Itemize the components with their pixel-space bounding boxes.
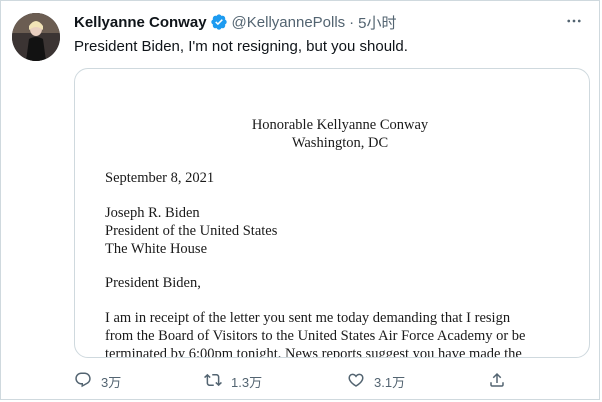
share-button[interactable]: [488, 369, 506, 393]
letter-recipient-line: President of the United States: [105, 223, 278, 239]
author-handle[interactable]: @KellyannePolls: [232, 14, 346, 31]
reply-count: 3万: [101, 374, 122, 390]
tweet-header: Kellyanne Conway @KellyannePolls · 5小时: [74, 12, 397, 32]
avatar[interactable]: [12, 13, 60, 61]
letter-body-line: from the Board of Visitors to the United…: [105, 328, 526, 344]
letter-salutation: President Biden,: [105, 275, 201, 291]
like-button[interactable]: 3.1万: [347, 369, 405, 393]
letter-heading-name: Honorable Kellyanne Conway: [251, 117, 429, 133]
letter-recipient-line: The White House: [105, 241, 208, 257]
tweet-text: President Biden, I'm not resigning, but …: [74, 38, 408, 55]
letter-body-line: I am in receipt of the letter you sent m…: [105, 310, 511, 326]
heart-icon: [347, 371, 365, 392]
author-name[interactable]: Kellyanne Conway: [74, 14, 207, 31]
letter-body-line: terminated by 6:00pm tonight. News repor…: [105, 346, 522, 358]
timestamp[interactable]: 5小时: [358, 12, 396, 33]
retweet-icon: [204, 371, 222, 392]
retweet-count: 1.3万: [231, 374, 263, 390]
attached-letter-image[interactable]: Honorable Kellyanne Conway Washington, D…: [74, 68, 590, 358]
reply-button[interactable]: 3万: [74, 369, 121, 393]
reply-icon: [74, 371, 92, 392]
separator-dot: ·: [349, 13, 355, 31]
verified-badge-icon: [210, 13, 228, 31]
retweet-button[interactable]: 1.3万: [204, 369, 262, 393]
more-options-icon[interactable]: [563, 10, 585, 32]
letter-recipient-line: Joseph R. Biden: [105, 205, 200, 221]
letter-date: September 8, 2021: [105, 170, 215, 186]
tweet-actions: 3万 1.3万 3.1万: [74, 369, 594, 393]
share-icon: [488, 371, 506, 392]
tweet-card[interactable]: Kellyanne Conway @KellyannePolls · 5小时 P…: [0, 0, 600, 400]
letter-heading-location: Washington, DC: [291, 135, 389, 151]
like-count: 3.1万: [374, 374, 406, 390]
